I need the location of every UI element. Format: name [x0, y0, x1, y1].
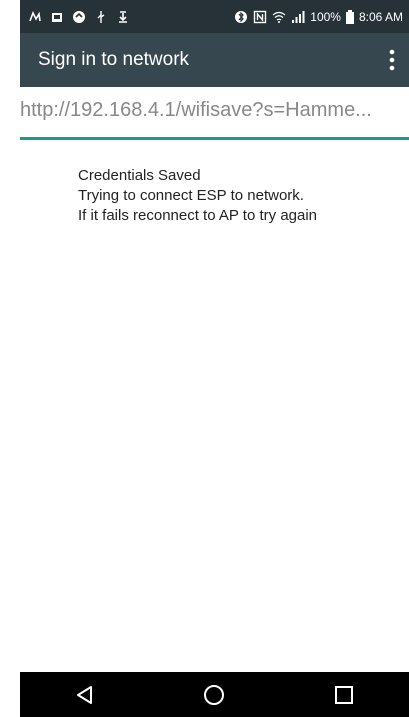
navigation-bar	[20, 672, 409, 717]
back-icon	[76, 685, 92, 704]
download-icon	[119, 10, 127, 23]
status-system-icons: 100% 8:06 AM	[234, 9, 403, 24]
home-button[interactable]	[199, 680, 229, 710]
page-content: Credentials Saved Trying to connect ESP …	[78, 166, 317, 226]
status-time: 8:06 AM	[358, 9, 403, 24]
url-bar: http://192.168.4.1/wifisave?s=Hamme...	[20, 87, 409, 140]
credentials-saved-text: Credentials Saved	[78, 167, 201, 184]
recents-button[interactable]	[329, 680, 359, 710]
home-icon	[204, 684, 225, 705]
overflow-menu-button[interactable]	[385, 47, 399, 73]
bluetooth-icon	[235, 10, 248, 23]
status-bar: 100% 8:06 AM	[20, 0, 409, 33]
url-text[interactable]: http://192.168.4.1/wifisave?s=Hamme...	[20, 99, 409, 122]
phone-screen: 100% 8:06 AM Sign in to network http://1…	[20, 0, 409, 717]
connecting-text: Trying to connect ESP to network.	[78, 187, 304, 204]
sync-icon	[73, 10, 85, 23]
app-icon	[29, 10, 41, 21]
battery-icon	[345, 9, 354, 24]
status-notification-icons	[20, 10, 130, 24]
wifi-icon	[272, 11, 286, 23]
signal-icon	[292, 10, 305, 23]
photo-icon	[52, 12, 62, 22]
usb-icon	[97, 10, 105, 23]
more-vert-icon	[389, 49, 395, 71]
back-button[interactable]	[70, 680, 100, 710]
page-title: Sign in to network	[38, 49, 190, 70]
app-bar: Sign in to network	[20, 33, 409, 87]
recents-icon	[335, 685, 354, 704]
nfc-icon	[254, 10, 267, 23]
retry-instructions-text: If it fails reconnect to AP to try again	[78, 207, 318, 224]
battery-percent: 100%	[310, 9, 341, 24]
